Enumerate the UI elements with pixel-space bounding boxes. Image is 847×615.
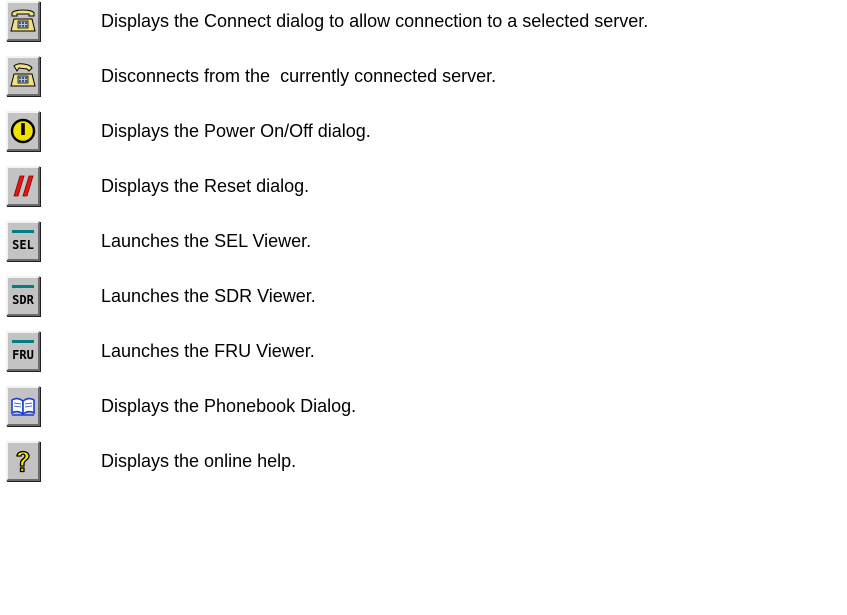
help-icon [16,450,30,473]
help-button[interactable] [6,441,40,481]
toolbar-row-reset: Displays the Reset dialog. [0,165,847,221]
toolbar-row-connect: Displays the Connect dialog to allow con… [0,0,847,56]
toolbar-row-fru: FRU Launches the FRU Viewer. [0,330,847,386]
fru-icon-label: FRU [12,348,34,362]
fru-viewer-button[interactable]: FRU [6,331,40,371]
sel-description: Launches the SEL Viewer. [101,231,312,251]
power-description: Displays the Power On/Off dialog. [101,121,371,141]
toolbar-row-power: Displays the Power On/Off dialog. [0,110,847,166]
power-icon [10,118,36,144]
fru-description: Launches the FRU Viewer. [101,341,315,361]
help-description: Displays the online help. [101,451,297,471]
connect-description: Displays the Connect dialog to allow con… [101,11,649,31]
reset-button[interactable] [6,166,40,206]
connect-button[interactable] [6,1,40,41]
toolbar-row-help: Displays the online help. [0,440,847,496]
toolbar-row-phonebook: Displays the Phonebook Dialog. [0,385,847,441]
power-button[interactable] [6,111,40,151]
reset-description: Displays the Reset dialog. [101,176,310,196]
sdr-viewer-button[interactable]: SDR [6,276,40,316]
toolbar-row-sdr: SDR Launches the SDR Viewer. [0,275,847,331]
toolbar-row-sel: SEL Launches the SEL Viewer. [0,220,847,276]
disconnect-phone-icon [10,63,36,87]
sel-viewer-icon: SEL [12,230,34,252]
connect-phone-icon [10,9,36,32]
reset-icon [13,175,34,197]
phonebook-button[interactable] [6,386,40,426]
toolbar-row-disconnect: Disconnects from the currently connected… [0,55,847,111]
sdr-viewer-icon: SDR [12,285,35,307]
disconnect-button[interactable] [6,56,40,96]
fru-viewer-icon: FRU [12,340,34,362]
sdr-icon-label: SDR [12,293,34,307]
phonebook-icon [11,397,35,416]
sel-viewer-button[interactable]: SEL [6,221,40,261]
sel-icon-label: SEL [12,238,34,252]
disconnect-description: Disconnects from the currently connected… [101,66,497,86]
phonebook-description: Displays the Phonebook Dialog. [101,396,357,416]
sdr-description: Launches the SDR Viewer. [101,286,316,306]
